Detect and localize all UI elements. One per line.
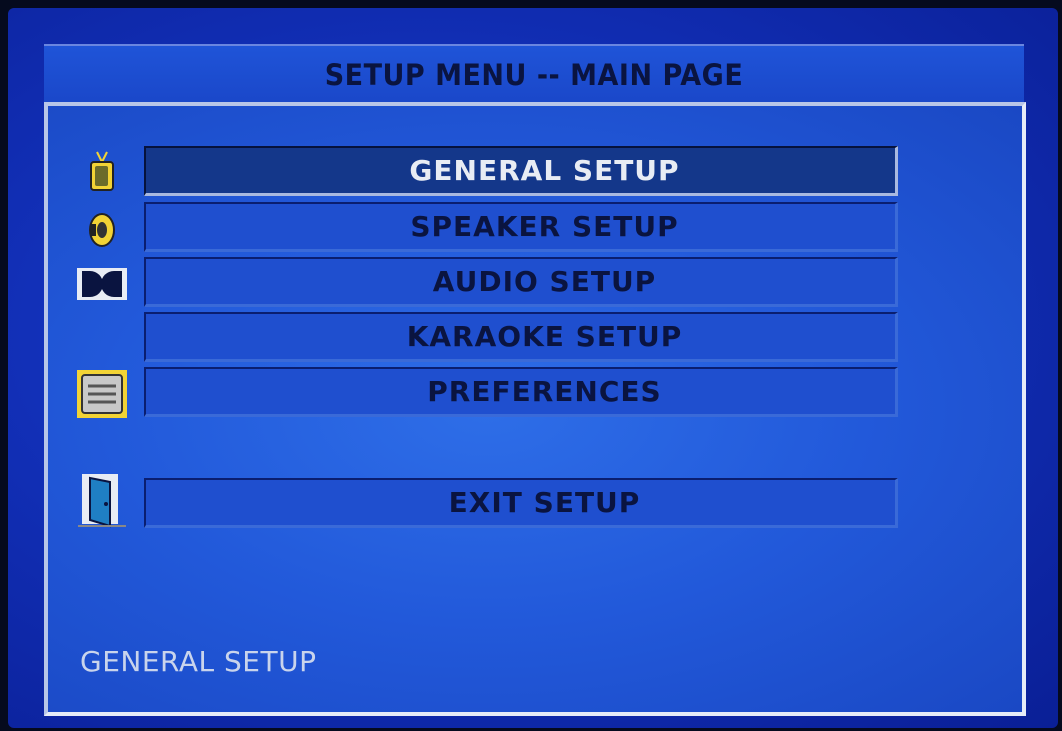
menu-item-label: KARAOKE SETUP — [406, 320, 683, 353]
menu-item-preferences[interactable]: PREFERENCES — [144, 367, 898, 417]
preferences-icon — [76, 370, 128, 418]
menu-item-label: EXIT SETUP — [448, 486, 641, 519]
page-title: SETUP MENU -- MAIN PAGE — [324, 57, 744, 93]
menu-item-exit-setup[interactable]: EXIT SETUP — [144, 478, 898, 528]
dolby-icon — [76, 262, 128, 306]
exit-door-icon — [76, 474, 128, 528]
menu-item-karaoke-setup[interactable]: KARAOKE SETUP — [144, 312, 898, 362]
menu-item-label: SPEAKER SETUP — [410, 210, 679, 243]
menu-item-audio-setup[interactable]: AUDIO SETUP — [144, 257, 898, 307]
tv-icon — [76, 150, 128, 194]
menu-item-label: AUDIO SETUP — [432, 265, 657, 298]
speaker-icon — [76, 208, 128, 252]
menu-item-label: PREFERENCES — [427, 375, 662, 408]
menu-item-general-setup[interactable]: GENERAL SETUP — [144, 146, 898, 196]
menu-item-speaker-setup[interactable]: SPEAKER SETUP — [144, 202, 898, 252]
status-text: GENERAL SETUP — [80, 645, 317, 678]
title-bar: SETUP MENU -- MAIN PAGE — [44, 44, 1024, 104]
menu-item-label: GENERAL SETUP — [409, 154, 680, 187]
